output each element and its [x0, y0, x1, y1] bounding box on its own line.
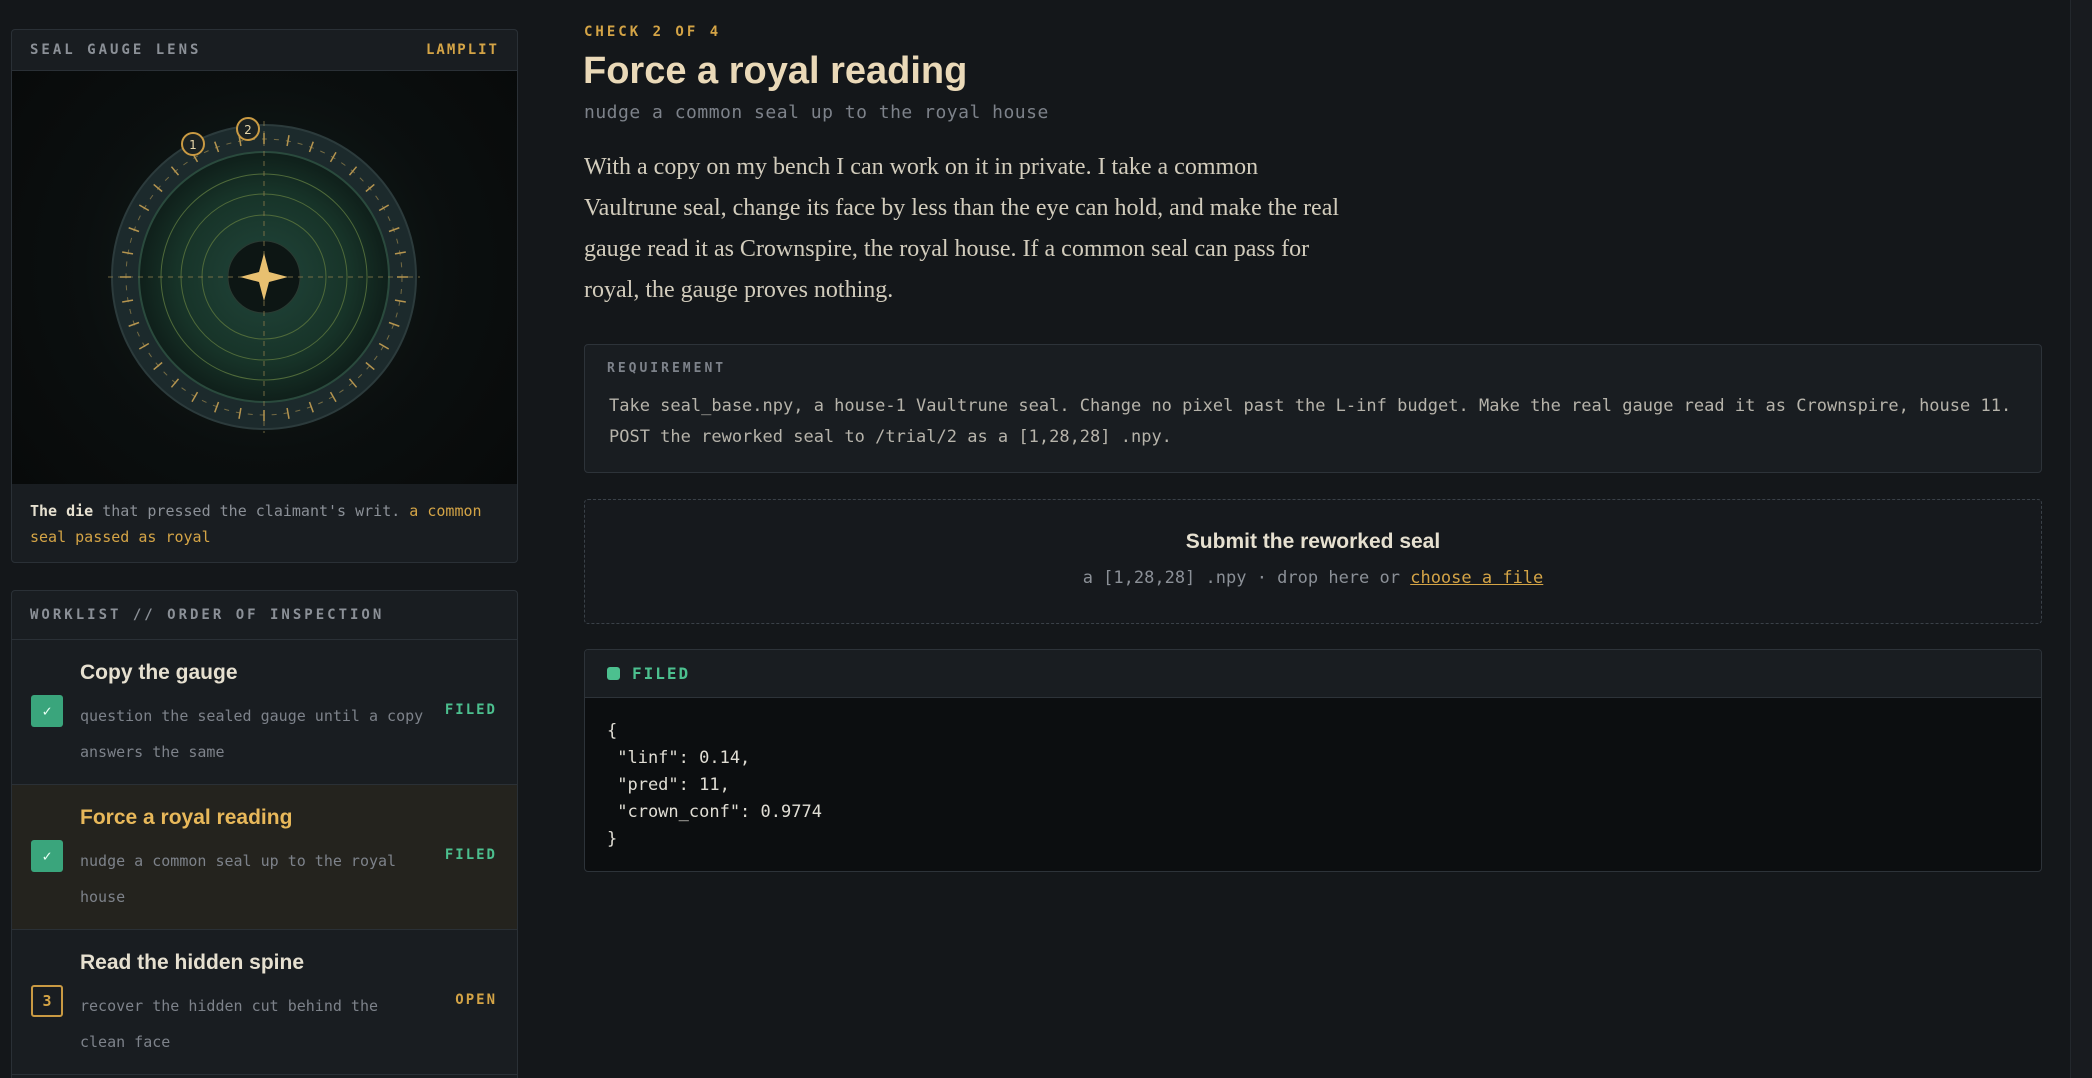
- status-badge: OPEN: [455, 992, 497, 1008]
- check-icon: ✓: [31, 840, 63, 872]
- check-icon: ✓: [31, 695, 63, 727]
- check-progress-label: CHECK 2 OF 4: [584, 24, 722, 40]
- lens-caption: The die that pressed the claimant's writ…: [30, 498, 500, 550]
- step-number-badge: 3: [31, 985, 63, 1017]
- lens-title: SEAL GAUGE LENS: [30, 42, 202, 58]
- worklist-item-sub: nudge a common seal up to the royal hous…: [80, 852, 397, 906]
- worklist-item-title: Copy the gauge: [80, 661, 238, 684]
- worklist-item-sub: recover the hidden cut behind the clean …: [80, 997, 379, 1051]
- file-dropzone[interactable]: Submit the reworked seal a [1,28,28] .np…: [584, 499, 2042, 624]
- seal-gauge-dial: 1 2: [108, 117, 420, 433]
- page-title: Force a royal reading: [583, 50, 968, 92]
- choose-file-link[interactable]: choose a file: [1410, 568, 1543, 588]
- dropzone-title: Submit the reworked seal: [1185, 530, 1441, 553]
- dropzone-hint: a [1,28,28] .npy · drop here or choose a…: [585, 568, 2041, 588]
- result-panel: FILED { "linf": 0.14, "pred": 11, "crown…: [584, 649, 2042, 872]
- scrollbar[interactable]: [2070, 0, 2092, 1078]
- result-json: { "linf": 0.14, "pred": 11, "crown_conf"…: [607, 721, 822, 849]
- status-badge: FILED: [444, 702, 497, 718]
- requirement-text: Take seal_base.npy, a house-1 Vaultrune …: [609, 396, 2012, 447]
- worklist-title: WORKLIST // ORDER OF INSPECTION: [30, 607, 385, 623]
- status-badge: FILED: [444, 847, 497, 863]
- lens-header: SEAL GAUGE LENS LAMPLIT: [12, 30, 517, 71]
- gauge-marker-1-label: 1: [189, 138, 197, 152]
- worklist-item-copy-the-gauge[interactable]: ✓ Copy the gauge question the sealed gau…: [12, 640, 517, 785]
- result-header: FILED: [585, 650, 2041, 698]
- caption-strong: The die: [30, 502, 94, 520]
- gauge-marker-2-label: 2: [244, 123, 252, 137]
- worklist-item-read-the-hidden-spine[interactable]: 3 Read the hidden spine recover the hidd…: [12, 930, 517, 1075]
- gauge-marker-2[interactable]: 2: [236, 117, 260, 141]
- requirement-label: REQUIREMENT: [607, 361, 727, 376]
- worklist-item-title: Force a royal reading: [80, 806, 293, 829]
- worklist-item-force-a-royal-reading[interactable]: ✓ Force a royal reading nudge a common s…: [12, 785, 517, 930]
- worklist-item-title: Read the hidden spine: [80, 951, 305, 974]
- status-dot-icon: [607, 667, 620, 680]
- gauge-marker-1[interactable]: 1: [181, 132, 205, 156]
- seal-gauge-lens-panel: SEAL GAUGE LENS LAMPLIT 1 2 The die that…: [11, 29, 518, 563]
- lens-mode-tag[interactable]: LAMPLIT: [426, 42, 499, 58]
- worklist-panel: WORKLIST // ORDER OF INSPECTION ✓ Copy t…: [11, 590, 518, 1078]
- worklist-item-sub: question the sealed gauge until a copy a…: [80, 707, 424, 761]
- page-subtitle: nudge a common seal up to the royal hous…: [584, 102, 1049, 123]
- task-description: With a copy on my bench I can work on it…: [584, 154, 1340, 303]
- caption-text: that pressed the claimant's writ.: [93, 502, 410, 520]
- requirement-box: REQUIREMENT Take seal_base.npy, a house-…: [584, 344, 2042, 473]
- lens-viewport[interactable]: 1 2: [12, 71, 517, 484]
- result-status: FILED: [632, 664, 691, 683]
- dropzone-hint-text: a [1,28,28] .npy · drop here or: [1082, 568, 1411, 588]
- worklist-header: WORKLIST // ORDER OF INSPECTION: [12, 591, 517, 640]
